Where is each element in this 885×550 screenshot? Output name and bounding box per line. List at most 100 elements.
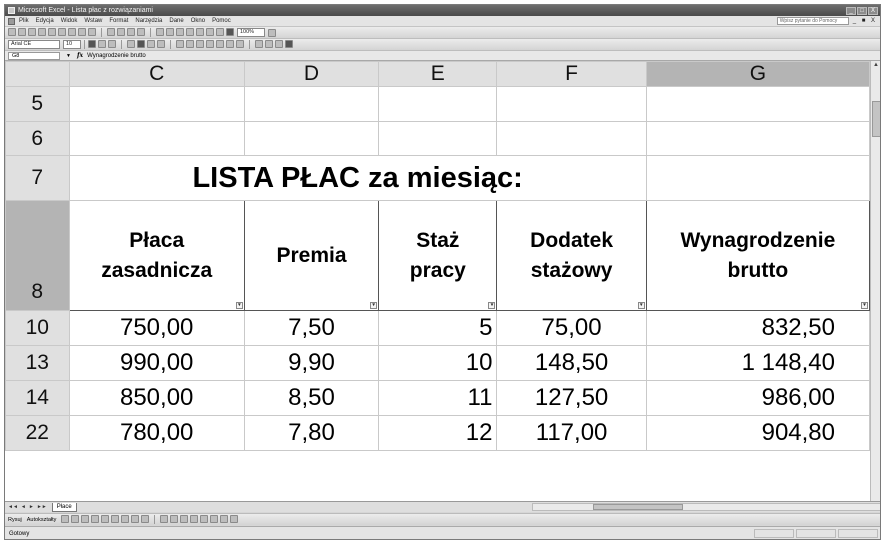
email-icon[interactable] [48, 28, 56, 36]
row-header[interactable]: 7 [5, 155, 70, 201]
cell-seniority-bonus[interactable]: 117,00 [496, 415, 647, 451]
sheet-tab-active[interactable]: Płace [51, 502, 77, 512]
chart-wizard-icon[interactable] [216, 28, 224, 36]
header-cell-seniority[interactable]: Staż pracy ▾ [378, 200, 498, 311]
align-left-icon[interactable] [127, 40, 135, 48]
formula-input[interactable]: Wynagrodzenie brutto [87, 53, 146, 59]
open-file-icon[interactable] [18, 28, 26, 36]
autosum-icon[interactable] [186, 28, 194, 36]
print-preview-icon[interactable] [68, 28, 76, 36]
cell-seniority[interactable]: 12 [378, 415, 498, 451]
copy-icon[interactable] [117, 28, 125, 36]
cell[interactable] [645, 121, 870, 156]
save-icon[interactable] [28, 28, 36, 36]
font-color-icon[interactable] [275, 40, 283, 48]
cell-base-salary[interactable]: 750,00 [68, 310, 245, 346]
sort-descending-icon[interactable] [206, 28, 214, 36]
cut-icon[interactable] [107, 28, 115, 36]
thousands-separator-icon[interactable] [196, 40, 204, 48]
horizontal-scroll-thumb[interactable] [593, 504, 683, 510]
minimize-button[interactable]: _ [846, 6, 856, 15]
menu-item-tools[interactable]: Narzędzia [135, 18, 162, 24]
cell[interactable] [378, 121, 498, 156]
vertical-scrollbar[interactable]: ▲ [870, 61, 880, 501]
header-cell-bonus[interactable]: Premia ▾ [243, 200, 380, 311]
currency-icon[interactable] [176, 40, 184, 48]
diagram-icon[interactable] [121, 515, 130, 523]
cell-seniority-bonus[interactable]: 75,00 [496, 310, 647, 346]
italic-icon[interactable] [98, 40, 106, 48]
research-icon[interactable] [88, 28, 96, 36]
hyperlink-icon[interactable] [176, 28, 184, 36]
menu-item-edit[interactable]: Edycja [36, 18, 54, 24]
cell-seniority[interactable]: 5 [378, 310, 498, 346]
cell-seniority[interactable]: 11 [378, 380, 498, 416]
oval-icon[interactable] [91, 515, 100, 523]
wordart-icon[interactable] [111, 515, 120, 523]
align-center-icon[interactable] [137, 40, 145, 48]
format-painter-icon[interactable] [137, 28, 145, 36]
next-sheet-icon[interactable]: ► [29, 504, 34, 510]
print-icon[interactable] [58, 28, 66, 36]
help-question-input[interactable]: Wpisz pytanie do Pomocy [776, 17, 849, 25]
rectangle-icon[interactable] [81, 515, 90, 523]
fill-color-icon[interactable] [265, 40, 273, 48]
decrease-decimal-icon[interactable] [216, 40, 224, 48]
cell[interactable] [496, 86, 647, 122]
sheet-title-cell[interactable]: LISTA PŁAC za miesiąc: [68, 155, 647, 201]
cell-base-salary[interactable]: 990,00 [68, 345, 245, 381]
clip-art-icon[interactable] [131, 515, 140, 523]
document-window-controls[interactable]: _ ■ X [853, 18, 877, 24]
redo-icon[interactable] [166, 28, 174, 36]
select-all-corner[interactable] [5, 61, 70, 87]
autofilter-dropdown-icon[interactable]: ▾ [235, 302, 243, 309]
percent-icon[interactable] [186, 40, 194, 48]
cell-base-salary[interactable]: 850,00 [68, 380, 245, 416]
autofilter-dropdown-icon[interactable]: ▾ [488, 302, 496, 309]
cell-seniority[interactable]: 10 [378, 345, 498, 381]
cell[interactable] [243, 86, 380, 122]
column-header-g[interactable]: G [645, 61, 870, 87]
cell[interactable] [496, 121, 647, 156]
cell-base-salary[interactable]: 780,00 [68, 415, 245, 451]
autofilter-dropdown-icon[interactable]: ▾ [370, 302, 378, 309]
vertical-scroll-thumb[interactable] [872, 101, 880, 137]
cell-gross-salary[interactable]: 986,00 [645, 380, 870, 416]
undo-icon[interactable] [156, 28, 164, 36]
name-box-dropdown-icon[interactable]: ▼ [66, 53, 71, 59]
cell-bonus[interactable]: 7,50 [243, 310, 380, 346]
header-cell-base-salary[interactable]: Płaca zasadnicza ▾ [68, 200, 245, 311]
cell-gross-salary[interactable]: 904,80 [645, 415, 870, 451]
font-color-icon[interactable] [180, 515, 189, 523]
paste-icon[interactable] [127, 28, 135, 36]
row-header[interactable]: 14 [5, 380, 70, 416]
maximize-button[interactable]: □ [857, 6, 867, 15]
row-header[interactable]: 8 [5, 200, 70, 311]
cell-bonus[interactable]: 9,90 [243, 345, 380, 381]
autofilter-dropdown-icon[interactable]: ▾ [861, 302, 868, 309]
column-header-e[interactable]: E [378, 61, 498, 87]
increase-decimal-icon[interactable] [206, 40, 214, 48]
column-header-d[interactable]: D [243, 61, 380, 87]
sort-ascending-icon[interactable] [196, 28, 204, 36]
row-header[interactable]: 13 [5, 345, 70, 381]
dash-style-icon[interactable] [200, 515, 209, 523]
menu-item-view[interactable]: Widok [61, 18, 78, 24]
cell[interactable] [243, 121, 380, 156]
row-header[interactable]: 22 [5, 415, 70, 451]
menu-item-data[interactable]: Dane [169, 18, 183, 24]
cell-seniority-bonus[interactable]: 148,50 [496, 345, 647, 381]
cell-bonus[interactable]: 7,80 [243, 415, 380, 451]
font-name-select[interactable]: Arial CE [8, 40, 60, 49]
arrow-style-icon[interactable] [210, 515, 219, 523]
text-box-icon[interactable] [101, 515, 110, 523]
zoom-select[interactable]: 100% [237, 28, 265, 37]
help-icon[interactable] [268, 28, 276, 37]
line-color-icon[interactable] [170, 515, 179, 523]
font-size-select[interactable]: 10 [63, 40, 81, 49]
document-icon[interactable] [8, 17, 15, 25]
permission-icon[interactable] [38, 28, 46, 36]
drawing-icon[interactable] [226, 28, 234, 36]
cell[interactable] [68, 121, 245, 156]
header-cell-seniority-bonus[interactable]: Dodatek stażowy ▾ [496, 200, 647, 311]
